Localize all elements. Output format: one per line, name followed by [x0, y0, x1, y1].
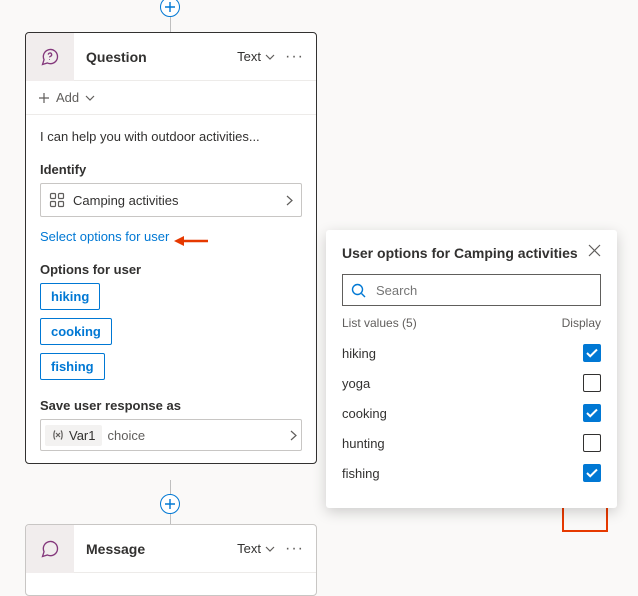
question-icon: [26, 33, 74, 81]
chevron-down-icon: [265, 546, 275, 552]
display-checkbox[interactable]: [583, 404, 601, 422]
search-icon: [351, 283, 366, 298]
search-box[interactable]: [342, 274, 601, 306]
message-icon: [26, 525, 74, 573]
option-chip[interactable]: fishing: [40, 353, 105, 380]
option-row: hunting: [342, 428, 601, 458]
option-label: cooking: [342, 406, 387, 421]
prompt-text: I can help you with outdoor activities..…: [40, 129, 302, 144]
type-dropdown[interactable]: Text: [237, 541, 275, 556]
identify-field[interactable]: Camping activities: [40, 183, 302, 217]
variable-field[interactable]: Var1 choice: [40, 419, 302, 451]
more-menu[interactable]: ···: [281, 48, 308, 66]
type-dropdown[interactable]: Text: [237, 49, 275, 64]
more-menu[interactable]: ···: [281, 540, 308, 558]
message-card: Message Text ···: [25, 524, 317, 596]
add-node-top[interactable]: [160, 0, 180, 17]
identify-label: Identify: [40, 162, 302, 177]
display-checkbox[interactable]: [583, 344, 601, 362]
user-options-popup: User options for Camping activities List…: [326, 230, 617, 508]
option-label: fishing: [342, 466, 380, 481]
type-label: Text: [237, 541, 261, 556]
option-label: hiking: [342, 346, 376, 361]
option-chip[interactable]: hiking: [40, 283, 100, 310]
identify-value: Camping activities: [73, 193, 179, 208]
option-row: fishing: [342, 458, 601, 488]
display-checkbox[interactable]: [583, 374, 601, 392]
entity-icon: [49, 192, 65, 208]
option-row: yoga: [342, 368, 601, 398]
option-row: cooking: [342, 398, 601, 428]
save-label: Save user response as: [40, 398, 302, 413]
add-node-middle[interactable]: [160, 494, 180, 514]
plus-icon: [38, 92, 50, 104]
card-title: Question: [74, 49, 237, 65]
variable-name: Var1: [69, 428, 96, 443]
display-checkbox[interactable]: [583, 464, 601, 482]
type-label: Text: [237, 49, 261, 64]
chevron-right-icon: [290, 430, 297, 441]
add-button[interactable]: Add: [26, 81, 316, 115]
chevron-down-icon: [85, 95, 95, 101]
add-label: Add: [56, 90, 79, 105]
annotation-arrow: [174, 235, 208, 247]
display-checkbox[interactable]: [583, 434, 601, 452]
option-label: yoga: [342, 376, 370, 391]
popup-title: User options for Camping activities: [342, 245, 578, 261]
options-label: Options for user: [40, 262, 302, 277]
display-header: Display: [562, 316, 601, 330]
card-title: Message: [74, 541, 237, 557]
list-header: List values (5): [342, 316, 417, 330]
chevron-down-icon: [265, 54, 275, 60]
search-input[interactable]: [374, 282, 592, 299]
variable-icon: [51, 428, 65, 442]
options-chips: hiking cooking fishing: [40, 283, 302, 388]
close-icon: [588, 244, 601, 257]
question-card: Question Text ··· Add I can help you wit…: [25, 32, 317, 464]
chevron-right-icon: [286, 195, 293, 206]
option-row: hiking: [342, 338, 601, 368]
variable-type: choice: [106, 428, 146, 443]
close-button[interactable]: [588, 244, 601, 262]
select-options-link[interactable]: Select options for user: [40, 229, 169, 244]
option-chip[interactable]: cooking: [40, 318, 112, 345]
option-label: hunting: [342, 436, 385, 451]
